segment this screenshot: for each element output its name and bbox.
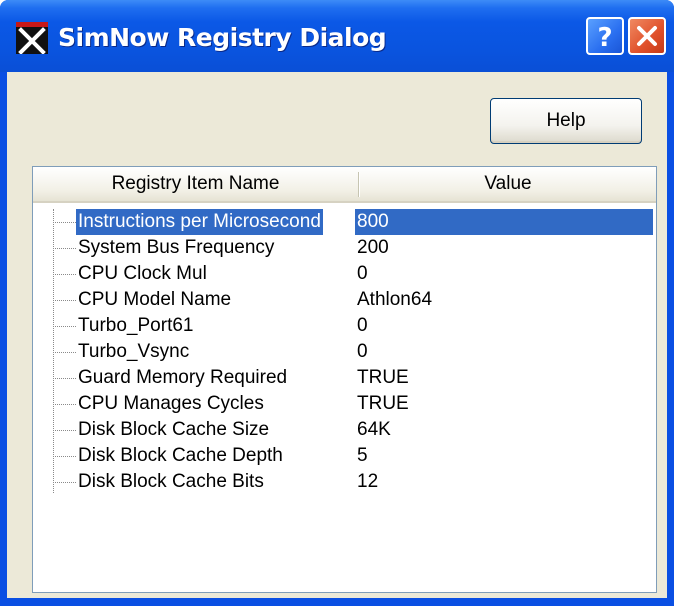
- column-header-name[interactable]: Registry Item Name: [33, 167, 358, 201]
- window-title: SimNow Registry Dialog: [58, 23, 387, 52]
- list-item[interactable]: Disk Block Cache Bits 12: [33, 469, 656, 495]
- titlebar-close-button[interactable]: [628, 17, 666, 55]
- list-item[interactable]: Turbo_Port61 0: [33, 313, 656, 339]
- dialog-window: SimNow Registry Dialog ? Help Registry I…: [0, 0, 674, 606]
- registry-list[interactable]: Registry Item Name Value Instructions pe…: [32, 166, 657, 593]
- help-button[interactable]: Help: [490, 98, 642, 144]
- tree-branch-line: [53, 430, 76, 432]
- list-item[interactable]: Turbo_Vsync 0: [33, 339, 656, 365]
- registry-item-value: TRUE: [357, 393, 409, 414]
- registry-item-name: Guard Memory Required: [78, 367, 288, 388]
- registry-item-name: Disk Block Cache Depth: [78, 445, 283, 466]
- list-item[interactable]: CPU Model Name Athlon64: [33, 287, 656, 313]
- tree-branch-line: [53, 274, 76, 276]
- simnow-x-icon: [16, 22, 48, 54]
- registry-item-name: CPU Clock Mul: [78, 263, 207, 284]
- title-bar[interactable]: SimNow Registry Dialog ?: [0, 0, 674, 72]
- list-header: Registry Item Name Value: [33, 167, 656, 203]
- list-item[interactable]: Disk Block Cache Size 64K: [33, 417, 656, 443]
- registry-item-value: 200: [357, 237, 389, 258]
- registry-item-name: Turbo_Port61: [78, 315, 194, 336]
- registry-item-value: 64K: [357, 419, 391, 440]
- tree-branch-line: [53, 378, 76, 380]
- svg-text:?: ?: [597, 23, 612, 53]
- tree-branch-line: [53, 482, 76, 484]
- registry-item-value: TRUE: [357, 367, 409, 388]
- list-item[interactable]: Instructions per Microsecond 800: [33, 209, 656, 235]
- tree-branch-line: [53, 404, 76, 406]
- list-item[interactable]: Disk Block Cache Depth 5: [33, 443, 656, 469]
- registry-item-value: 0: [357, 263, 368, 284]
- list-item[interactable]: CPU Manages Cycles TRUE: [33, 391, 656, 417]
- tree-branch-line: [53, 222, 76, 224]
- tree-branch-line: [53, 248, 76, 250]
- registry-item-name: CPU Model Name: [78, 289, 232, 310]
- list-item[interactable]: System Bus Frequency 200: [33, 235, 656, 261]
- registry-item-value: 5: [357, 445, 368, 466]
- tree-branch-line: [53, 456, 76, 458]
- registry-item-value: Athlon64: [357, 289, 433, 310]
- registry-item-value: 0: [357, 315, 368, 336]
- column-header-value[interactable]: Value: [360, 167, 656, 201]
- registry-item-name: Disk Block Cache Bits: [78, 471, 264, 492]
- titlebar-help-button[interactable]: ?: [586, 17, 624, 55]
- dialog-client-area: Help Registry Item Name Value Instructio…: [7, 72, 667, 598]
- registry-item-name: Instructions per Microsecond: [76, 209, 323, 235]
- registry-item-name: System Bus Frequency: [78, 237, 275, 258]
- registry-item-name: Disk Block Cache Size: [78, 419, 270, 440]
- tree-branch-line: [53, 326, 76, 328]
- registry-item-value: 0: [357, 341, 368, 362]
- list-item[interactable]: Guard Memory Required TRUE: [33, 365, 656, 391]
- column-divider[interactable]: [358, 172, 359, 197]
- close-icon: [637, 26, 657, 46]
- tree-branch-line: [53, 300, 76, 302]
- registry-item-name: CPU Manages Cycles: [78, 393, 264, 414]
- registry-item-name: Turbo_Vsync: [78, 341, 190, 362]
- list-item[interactable]: CPU Clock Mul 0: [33, 261, 656, 287]
- help-icon: ?: [597, 23, 612, 53]
- registry-item-value: 800: [355, 209, 653, 235]
- registry-item-value: 12: [357, 471, 379, 492]
- tree-branch-line: [53, 352, 76, 354]
